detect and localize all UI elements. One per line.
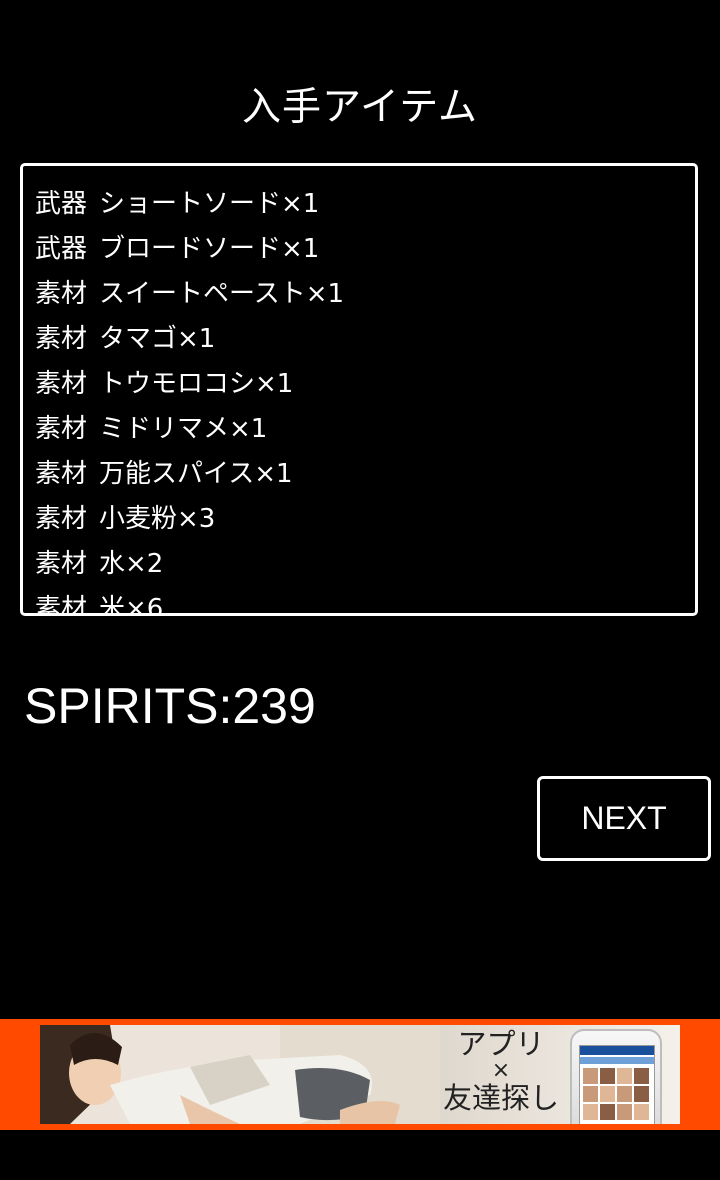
item-name: トウモロコシ×1 [99, 369, 294, 399]
ad-headline: アプリ × 友達探し [436, 1029, 566, 1113]
ad-text-line1: アプリ [457, 1027, 545, 1061]
acquired-items-list-box[interactable]: 武器 ショートソード×1 武器 ブロードソード×1 素材 スイートペースト×1 素材タ… [20, 163, 698, 616]
item-name: ショートソード×1 [99, 189, 320, 219]
item-category: 素材 [35, 324, 88, 354]
list-item: 素材 米×6 [35, 587, 344, 616]
list-item: 素材 万能スパイス×1 [35, 452, 344, 497]
item-category: 武器 [35, 189, 88, 219]
ad-content[interactable]: アプリ × 友達探し [40, 1025, 680, 1124]
item-name: 米×6 [99, 594, 164, 616]
item-name: ブロードソード×1 [99, 234, 320, 264]
list-item: 素材 小麦粉×3 [35, 497, 344, 542]
list-item: 素材 水×2 [35, 542, 344, 587]
ad-text-line3: 友達探し [442, 1081, 559, 1115]
item-name: 小麦粉×3 [99, 504, 216, 534]
spirits-counter: SPIRITS:239 [24, 678, 316, 734]
item-category: 素材 [35, 369, 88, 399]
ad-phone-tabs [580, 1057, 654, 1064]
item-name: 万能スパイス×1 [99, 459, 293, 489]
ad-phone-header [580, 1046, 654, 1055]
ad-phone-screen [579, 1045, 655, 1124]
list-item: 武器 ショートソード×1 [35, 182, 344, 227]
item-category: 素材 [35, 459, 88, 489]
item-name: スイートペースト×1 [99, 279, 345, 309]
list-item: 素材 トウモロコシ×1 [35, 362, 344, 407]
item-category: 素材 [35, 549, 88, 579]
item-category: 素材 [35, 279, 88, 309]
ad-photo-image [40, 1025, 440, 1124]
item-category: 素材 [35, 504, 88, 534]
next-button[interactable]: NEXT [537, 776, 711, 861]
list-item: 素材 タマゴ×1 [35, 317, 344, 362]
list-item: 武器 ブロードソード×1 [35, 227, 344, 272]
item-category: 素材 [35, 594, 88, 616]
item-category: 武器 [35, 234, 88, 264]
screen-title: 入手アイテム [241, 85, 479, 130]
ad-phone-image [570, 1029, 662, 1124]
acquired-items-list: 武器 ショートソード×1 武器 ブロードソード×1 素材 スイートペースト×1 素材タ… [35, 182, 344, 616]
ad-banner[interactable]: アプリ × 友達探し [0, 1019, 720, 1130]
item-name: タマゴ×1 [99, 324, 216, 354]
item-name: ミドリマメ×1 [99, 414, 268, 444]
item-name: 水×2 [99, 549, 164, 579]
item-category: 素材 [35, 414, 88, 444]
ad-text-line2: × [491, 1058, 511, 1083]
list-item: 素材 スイートペースト×1 [35, 272, 344, 317]
list-item: 素材 ミドリマメ×1 [35, 407, 344, 452]
ad-phone-photo-grid [580, 1064, 654, 1124]
